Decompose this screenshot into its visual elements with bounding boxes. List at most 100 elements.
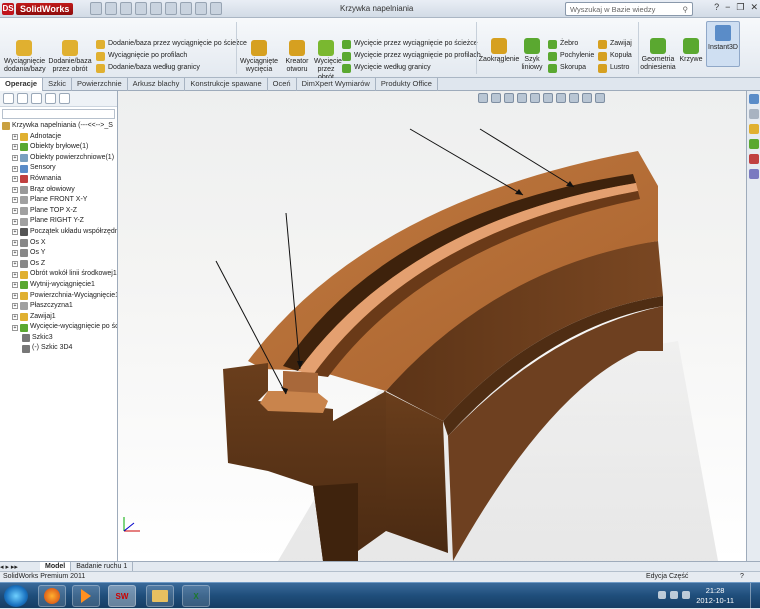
expand-toggle-icon[interactable]: + bbox=[12, 229, 18, 236]
rebuild-icon[interactable] bbox=[180, 2, 192, 15]
mirror-item[interactable]: Lustro bbox=[598, 62, 632, 74]
undo-icon[interactable] bbox=[150, 2, 162, 15]
expand-toggle-icon[interactable]: + bbox=[12, 324, 18, 331]
tree-item[interactable]: Szkic3 bbox=[0, 333, 117, 344]
help-icon[interactable]: ? bbox=[740, 572, 744, 582]
tree-item[interactable]: + Równania bbox=[0, 174, 117, 185]
tree-item[interactable]: + Płaszczyzna1 bbox=[0, 301, 117, 312]
extrude-cut-button[interactable]: Wyciągnięte wycięcia bbox=[240, 40, 278, 74]
swept-cut-item[interactable]: Wycięcie przez wyciągnięcie po ścieżce bbox=[342, 38, 481, 50]
tab-model[interactable]: Model bbox=[40, 561, 72, 572]
expand-toggle-icon[interactable]: + bbox=[12, 303, 18, 310]
expand-toggle-icon[interactable]: + bbox=[12, 239, 18, 246]
expand-toggle-icon[interactable]: + bbox=[12, 292, 18, 299]
property-manager-icon[interactable] bbox=[17, 93, 28, 104]
expand-toggle-icon[interactable]: + bbox=[12, 261, 18, 268]
open-document-icon[interactable] bbox=[105, 2, 117, 15]
boundary-cut-item[interactable]: Wycięcie według granicy bbox=[342, 62, 481, 74]
feature-manager-icon[interactable] bbox=[3, 93, 14, 104]
tab-operacje[interactable]: Operacje bbox=[0, 78, 44, 91]
reference-geometry-button[interactable]: Geometria odniesienia bbox=[640, 38, 676, 72]
media-player-taskbar-icon[interactable] bbox=[72, 585, 100, 607]
boundary-boss-item[interactable]: Dodanie/baza według granicy bbox=[96, 62, 247, 74]
tree-item[interactable]: + Os Y bbox=[0, 248, 117, 259]
curves-button[interactable]: Krzywe bbox=[678, 38, 704, 64]
restore-icon[interactable]: ❐ bbox=[736, 2, 744, 13]
tree-item[interactable]: + Sensory bbox=[0, 163, 117, 174]
knowledge-base-search-input[interactable]: Wyszukaj w Bazie wiedzy ⚲ bbox=[565, 2, 693, 16]
display-manager-icon[interactable] bbox=[59, 93, 70, 104]
hole-wizard-button[interactable]: Kreator otworu bbox=[282, 40, 312, 74]
revolve-cut-button[interactable]: Wycięcie przez obrót bbox=[314, 40, 342, 82]
tree-item[interactable]: + Brąz ołowiowy bbox=[0, 185, 117, 196]
flag-icon[interactable] bbox=[682, 591, 690, 599]
minimize-icon[interactable]: − bbox=[725, 2, 730, 13]
file-properties-icon[interactable] bbox=[195, 2, 207, 15]
expand-toggle-icon[interactable]: + bbox=[12, 176, 18, 183]
network-icon[interactable] bbox=[658, 591, 666, 599]
solidworks-logo[interactable]: DS SolidWorks bbox=[2, 2, 74, 16]
expand-toggle-icon[interactable]: + bbox=[12, 144, 18, 151]
start-button[interactable] bbox=[4, 585, 28, 607]
dimxpert-manager-icon[interactable] bbox=[45, 93, 56, 104]
tab-ocen[interactable]: Oceń bbox=[268, 78, 297, 91]
tree-item[interactable]: + Wycięcie-wyciągnięcie po śc bbox=[0, 322, 117, 333]
view-palette-icon[interactable] bbox=[748, 139, 759, 149]
expand-toggle-icon[interactable]: + bbox=[12, 133, 18, 140]
appearances-icon[interactable] bbox=[748, 154, 759, 164]
tree-item[interactable]: + Wytnij-wyciągnięcie1 bbox=[0, 280, 117, 291]
swept-boss-item[interactable]: Dodanie/baza przez wyciągnięcie po ścież… bbox=[96, 38, 247, 50]
tree-item[interactable]: + Powierzchnia-Wyciągnięcie1 bbox=[0, 291, 117, 302]
show-desktop-button[interactable] bbox=[750, 583, 760, 609]
expand-toggle-icon[interactable]: + bbox=[12, 155, 18, 162]
tree-item[interactable]: + Os X bbox=[0, 238, 117, 249]
tree-item[interactable]: (-) Szkic 3D4 bbox=[0, 343, 117, 354]
tab-powierzchnie[interactable]: Powierzchnie bbox=[72, 78, 128, 91]
tree-item[interactable]: + Obiekty bryłowe(1) bbox=[0, 142, 117, 153]
configuration-manager-icon[interactable] bbox=[31, 93, 42, 104]
tree-item[interactable]: + Adnotacje bbox=[0, 132, 117, 143]
shell-item[interactable]: Skorupa bbox=[548, 62, 594, 74]
custom-properties-icon[interactable] bbox=[748, 169, 759, 179]
expand-toggle-icon[interactable]: + bbox=[12, 218, 18, 225]
expand-toggle-icon[interactable]: + bbox=[12, 208, 18, 215]
expand-toggle-icon[interactable]: + bbox=[12, 197, 18, 204]
tree-item[interactable]: + Plane FRONT X-Y bbox=[0, 195, 117, 206]
extrude-boss-button[interactable]: Wyciągnięcie dodania/bazy bbox=[4, 40, 46, 74]
graphics-viewport[interactable] bbox=[118, 91, 746, 561]
expand-toggle-icon[interactable]: + bbox=[12, 282, 18, 289]
expand-toggle-icon[interactable]: + bbox=[12, 313, 18, 320]
save-icon[interactable] bbox=[120, 2, 132, 15]
lofted-boss-item[interactable]: Wyciągnięcie po profilach bbox=[96, 50, 247, 62]
wrap-item[interactable]: Zawijaj bbox=[598, 38, 632, 50]
new-document-icon[interactable] bbox=[90, 2, 102, 15]
tab-motion-study[interactable]: Badanie ruchu 1 bbox=[71, 561, 134, 572]
expand-toggle-icon[interactable]: + bbox=[12, 165, 18, 172]
file-explorer-icon[interactable] bbox=[748, 124, 759, 134]
tree-item[interactable]: + Plane RIGHT Y-Z bbox=[0, 216, 117, 227]
options-icon[interactable] bbox=[210, 2, 222, 15]
tree-filter-input[interactable] bbox=[2, 109, 115, 119]
select-icon[interactable] bbox=[165, 2, 177, 15]
volume-icon[interactable] bbox=[670, 591, 678, 599]
expand-toggle-icon[interactable]: + bbox=[12, 186, 18, 193]
solidworks-taskbar-icon[interactable]: SW bbox=[108, 585, 136, 607]
linear-pattern-button[interactable]: Szyk liniowy bbox=[520, 38, 544, 72]
tab-konstrukcje-spawane[interactable]: Konstrukcje spawane bbox=[185, 78, 268, 91]
tree-item[interactable]: + Obrót wokół linii środkowej1 bbox=[0, 269, 117, 280]
search-icon[interactable]: ⚲ bbox=[683, 5, 689, 14]
draft-item[interactable]: Pochylenie bbox=[548, 50, 594, 62]
tab-scroll-arrows[interactable]: ◂ ▸ ▸▸ bbox=[0, 563, 40, 571]
lofted-cut-item[interactable]: Wycięcie przez wyciągnięcie po profilach bbox=[342, 50, 481, 62]
tree-item[interactable]: + Os Z bbox=[0, 259, 117, 270]
solidworks-resources-icon[interactable] bbox=[748, 94, 759, 104]
expand-toggle-icon[interactable]: + bbox=[12, 250, 18, 257]
expand-toggle-icon[interactable]: + bbox=[12, 271, 18, 278]
tab-szkic[interactable]: Szkic bbox=[43, 78, 73, 91]
taskbar-clock[interactable]: 21:28 2012-10-11 bbox=[696, 586, 734, 606]
print-icon[interactable] bbox=[135, 2, 147, 15]
tab-arkusz-blachy[interactable]: Arkusz blachy bbox=[128, 78, 186, 91]
tree-item[interactable]: + Plane TOP X-Z bbox=[0, 206, 117, 217]
tab-dimxpert[interactable]: DimXpert Wymiarów bbox=[297, 78, 376, 91]
fillet-button[interactable]: Zaokrąglenie bbox=[478, 38, 520, 64]
